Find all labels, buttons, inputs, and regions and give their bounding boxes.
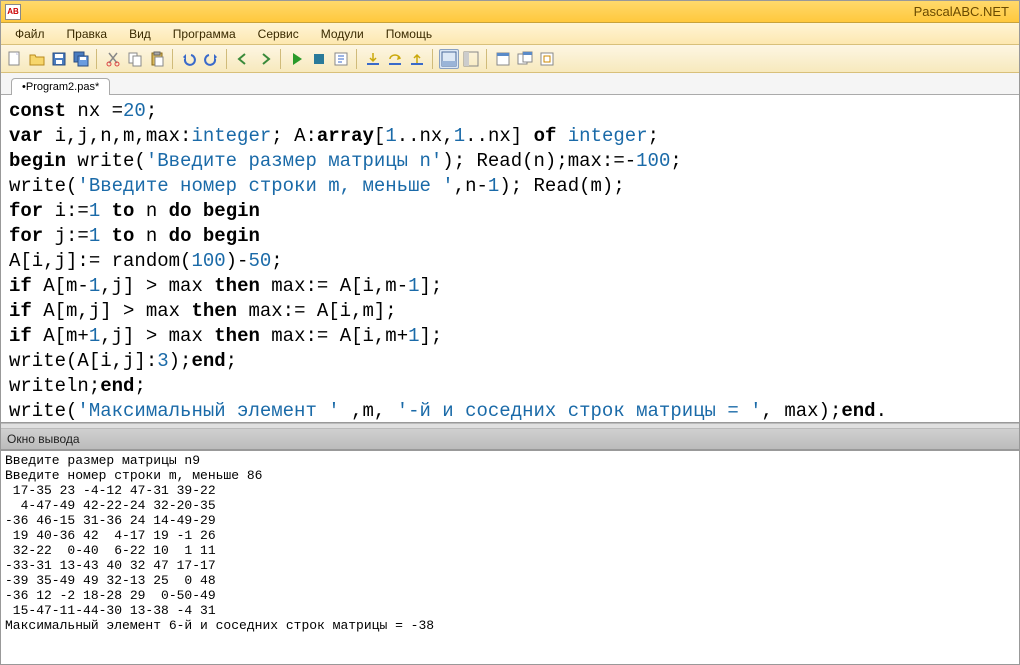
copy-icon[interactable] (125, 49, 145, 69)
output-line: Максимальный элемент 6-й и соседних стро… (5, 618, 434, 633)
menu-help[interactable]: Помощь (378, 25, 440, 43)
step-into-icon[interactable] (363, 49, 383, 69)
panel1-icon[interactable] (439, 49, 459, 69)
output-line: -36 12 -2 18-28 29 0-50-49 (5, 588, 216, 603)
output-line: -33-31 13-43 40 32 47 17-17 (5, 558, 216, 573)
save-all-icon[interactable] (71, 49, 91, 69)
menu-file[interactable]: Файл (7, 25, 53, 43)
kw-var: var (9, 125, 43, 147)
output-line: 19 40-36 42 4-17 19 -1 26 (5, 528, 216, 543)
toolbar (1, 45, 1019, 73)
output-panel[interactable]: Введите размер матрицы n9 Введите номер … (1, 450, 1019, 664)
nav-fwd-icon[interactable] (255, 49, 275, 69)
app-icon: AB (5, 4, 21, 20)
stop-icon[interactable] (309, 49, 329, 69)
menu-service[interactable]: Сервис (250, 25, 307, 43)
undo-icon[interactable] (179, 49, 199, 69)
output-line: Введите размер матрицы n9 (5, 453, 200, 468)
output-panel-title: Окно вывода (1, 429, 1019, 450)
menu-view[interactable]: Вид (121, 25, 159, 43)
menu-edit[interactable]: Правка (59, 25, 116, 43)
menu-program[interactable]: Программа (165, 25, 244, 43)
save-icon[interactable] (49, 49, 69, 69)
output-line: 32-22 0-40 6-22 10 1 11 (5, 543, 216, 558)
redo-icon[interactable] (201, 49, 221, 69)
kw-const: const (9, 100, 66, 122)
nav-back-icon[interactable] (233, 49, 253, 69)
output-line: Введите номер строки m, меньше 86 (5, 468, 262, 483)
compile-icon[interactable] (331, 49, 351, 69)
run-icon[interactable] (287, 49, 307, 69)
paste-icon[interactable] (147, 49, 167, 69)
output-line: 17-35 23 -4-12 47-31 39-22 (5, 483, 216, 498)
tab-bar: •Program2.pas* (1, 73, 1019, 95)
menu-modules[interactable]: Модули (313, 25, 372, 43)
window3-icon[interactable] (537, 49, 557, 69)
output-line: 15-47-11-44-30 13-38 -4 31 (5, 603, 216, 618)
tab-program2[interactable]: •Program2.pas* (11, 78, 110, 95)
open-file-icon[interactable] (27, 49, 47, 69)
window2-icon[interactable] (515, 49, 535, 69)
window1-icon[interactable] (493, 49, 513, 69)
step-over-icon[interactable] (385, 49, 405, 69)
step-out-icon[interactable] (407, 49, 427, 69)
cut-icon[interactable] (103, 49, 123, 69)
new-file-icon[interactable] (5, 49, 25, 69)
output-line: -36 46-15 31-36 24 14-49-29 (5, 513, 216, 528)
menu-bar: Файл Правка Вид Программа Сервис Модули … (1, 23, 1019, 45)
title-bar: AB PascalABC.NET (1, 1, 1019, 23)
output-line: -39 35-49 49 32-13 25 0 48 (5, 573, 216, 588)
code-editor[interactable]: const nx =20; var i,j,n,m,max:integer; A… (1, 95, 1019, 423)
app-title: PascalABC.NET (914, 4, 1015, 19)
kw-begin: begin (9, 150, 66, 172)
panel2-icon[interactable] (461, 49, 481, 69)
output-line: 4-47-49 42-22-24 32-20-35 (5, 498, 216, 513)
